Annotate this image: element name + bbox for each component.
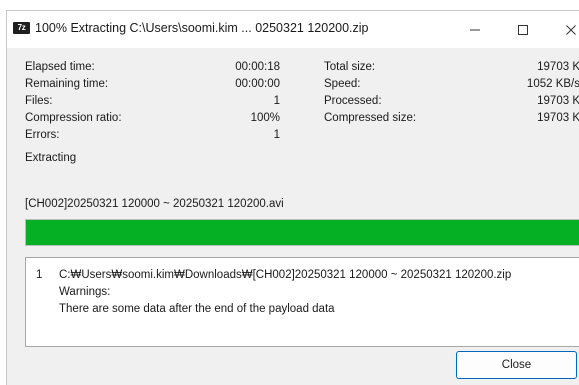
stat-value: 00:00:18 — [235, 61, 280, 73]
stat-label: Errors: — [25, 129, 60, 141]
stat-label: Files: — [25, 95, 53, 107]
stat-row-processed: Processed: 19703 K — [324, 94, 579, 109]
stat-label: Total size: — [324, 61, 376, 73]
minimize-icon — [470, 29, 480, 30]
status-text: Extracting — [25, 152, 77, 164]
extract-progress-window: 7z 100% Extracting C:\Users\soomi.kim ..… — [6, 10, 579, 385]
progress-bar — [25, 219, 579, 246]
maximize-button[interactable] — [500, 11, 546, 48]
stat-value: 19703 K — [537, 61, 579, 73]
stat-label: Compressed size: — [324, 112, 417, 124]
stat-label: Processed: — [324, 95, 382, 107]
window-title: 100% Extracting C:\Users\soomi.kim ... 0… — [35, 21, 369, 35]
message-warning-text: There are some data after the end of the… — [59, 303, 335, 315]
stat-row-compression-ratio: Compression ratio: 100% — [25, 111, 280, 126]
stat-value: 00:00:00 — [235, 78, 280, 90]
stat-row-compressed-size: Compressed size: 19703 K — [324, 111, 579, 126]
window-close-button[interactable] — [548, 11, 579, 48]
7zip-app-icon: 7z — [13, 22, 30, 34]
current-file-name: [CH002]20250321 120000 ~ 20250321 120200… — [25, 198, 284, 210]
maximize-icon — [518, 24, 528, 35]
stat-value: 19703 K — [537, 95, 579, 107]
stat-label: Remaining time: — [25, 78, 109, 90]
minimize-button[interactable] — [452, 11, 498, 48]
stat-row-remaining-time: Remaining time: 00:00:00 — [25, 77, 280, 92]
stat-value: 1052 KB/s — [526, 78, 579, 90]
stat-label: Speed: — [324, 78, 361, 90]
stat-row-total-size: Total size: 19703 K — [324, 60, 579, 75]
message-index: 1 — [36, 269, 43, 281]
messages-list[interactable]: 1 C:₩Users₩soomi.kim₩Downloads₩[CH002]20… — [25, 257, 579, 347]
stat-row-elapsed-time: Elapsed time: 00:00:18 — [25, 60, 280, 75]
message-archive-path: C:₩Users₩soomi.kim₩Downloads₩[CH002]2025… — [59, 269, 512, 281]
stat-label: Elapsed time: — [25, 61, 95, 73]
close-button[interactable]: Close — [456, 351, 577, 379]
progress-bar-fill — [26, 220, 579, 245]
stat-label: Compression ratio: — [25, 112, 122, 124]
stat-row-files: Files: 1 — [25, 94, 280, 109]
close-icon — [566, 24, 576, 35]
stat-row-speed: Speed: 1052 KB/s — [324, 77, 579, 92]
title-bar[interactable]: 7z 100% Extracting C:\Users\soomi.kim ..… — [7, 11, 579, 48]
message-warning-label: Warnings: — [59, 286, 111, 298]
stat-value: 1 — [273, 129, 280, 141]
stat-value: 19703 K — [537, 112, 579, 124]
stat-value: 1 — [273, 95, 280, 107]
stat-row-errors: Errors: 1 — [25, 128, 280, 143]
stat-value: 100% — [250, 112, 280, 124]
